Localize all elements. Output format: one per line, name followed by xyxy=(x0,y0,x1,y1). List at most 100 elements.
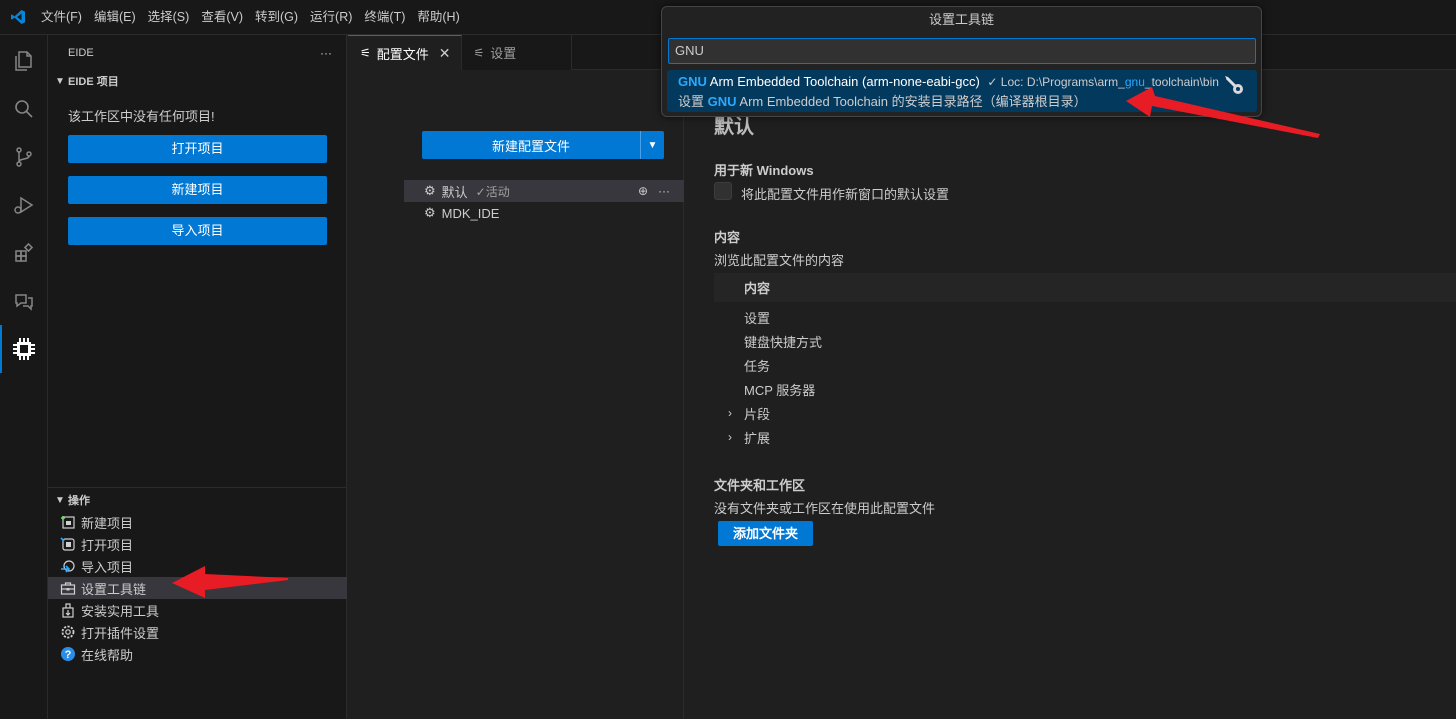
chevron-right-icon[interactable]: › xyxy=(728,406,732,420)
default-for-new-windows-checkbox[interactable] xyxy=(714,182,732,200)
toolchain-quick-pick: 设置工具链 GNU GNU Arm Embedded Toolchain (ar… xyxy=(661,6,1262,117)
close-icon[interactable]: ✕ xyxy=(439,45,451,62)
profiles-tab-icon: ⚟ xyxy=(360,46,371,60)
content-row-settings[interactable]: 设置 xyxy=(714,305,1456,329)
op-import-project[interactable]: 导入项目 xyxy=(48,555,347,577)
label-text: Arm Embedded Toolchain (arm-none-eabi-gc… xyxy=(706,74,980,89)
active-badge: ✓活动 xyxy=(475,184,510,199)
contents-description: 浏览此配置文件的内容 xyxy=(714,253,845,268)
open-project-icon xyxy=(60,536,76,552)
op-label: 在线帮助 xyxy=(81,647,134,663)
more-actions-icon[interactable]: ··· xyxy=(658,184,670,198)
option-description: ✓ Loc: D:\Programs\arm_gnu_toolchain\bin xyxy=(987,75,1219,89)
import-project-button[interactable]: 导入项目 xyxy=(68,217,327,245)
checkbox-label: 将此配置文件用作新窗口的默认设置 xyxy=(741,187,950,202)
new-project-icon xyxy=(60,514,76,530)
gear-icon xyxy=(60,624,76,640)
run-debug-icon[interactable] xyxy=(0,181,48,229)
profiles-list-pane: 新建配置文件 ▼ ⚙ 默认 ✓活动 ⊕ ··· ⚙ MDK_IDE xyxy=(348,70,684,719)
menu-terminal[interactable]: 终端(T) xyxy=(358,0,411,35)
new-project-button[interactable]: 新建项目 xyxy=(68,176,327,204)
chevron-right-icon[interactable]: › xyxy=(728,430,732,444)
op-open-project[interactable]: 打开项目 xyxy=(48,533,347,555)
quick-pick-input[interactable]: GNU xyxy=(668,38,1256,64)
op-label: 新建项目 xyxy=(81,515,134,531)
detail-text: Arm Embedded Toolchain 的安装目录路径（编译器根目录） xyxy=(736,94,1087,109)
content-row-mcp-servers[interactable]: MCP 服务器 xyxy=(714,377,1456,401)
content-row-tasks[interactable]: 任务 xyxy=(714,353,1456,377)
section-title: EIDE 项目 xyxy=(68,76,119,88)
extensions-icon[interactable] xyxy=(0,229,48,277)
new-window-icon[interactable]: ⊕ xyxy=(638,184,648,198)
option-label: GNU Arm Embedded Toolchain (arm-none-eab… xyxy=(678,72,1257,92)
chevron-down-icon: ▼ xyxy=(55,494,65,506)
add-folder-button[interactable]: 添加文件夹 xyxy=(718,521,813,546)
row-label: 片段 xyxy=(744,406,771,422)
operations-section-header[interactable]: ▼ 操作 xyxy=(48,489,347,511)
new-profile-label: 新建配置文件 xyxy=(491,138,570,154)
menu-help[interactable]: 帮助(H) xyxy=(411,0,465,35)
sidebar: EIDE ··· ▼ EIDE 项目 该工作区中没有任何项目! 打开项目 新建项… xyxy=(48,35,347,719)
menu-go[interactable]: 转到(G) xyxy=(249,0,304,35)
editor-area: ⚟ 配置文件 ✕ ⚟ 设置 新建配置文件 ▼ ⚙ 默认 ✓活动 ⊕ ··· ⚙ … xyxy=(348,35,1456,719)
tab-profiles[interactable]: ⚟ 配置文件 ✕ xyxy=(348,35,462,70)
desc-suffix: _toolchain\bin xyxy=(1144,75,1219,89)
new-profile-button[interactable]: 新建配置文件 ▼ xyxy=(422,131,664,159)
section-title: 操作 xyxy=(68,495,90,507)
profile-item-default[interactable]: ⚙ 默认 ✓活动 ⊕ ··· xyxy=(404,180,684,202)
row-label: 键盘快捷方式 xyxy=(744,334,823,350)
sidebar-title-bar: EIDE ··· xyxy=(48,35,346,70)
op-setup-toolchain[interactable]: 设置工具链 xyxy=(48,577,347,599)
row-actions: ⊕ ··· xyxy=(638,184,670,198)
contents-heading: 内容 xyxy=(714,230,741,245)
folders-description: 没有文件夹或工作区在使用此配置文件 xyxy=(714,501,936,516)
source-control-icon[interactable] xyxy=(0,133,48,181)
menu-selection[interactable]: 选择(S) xyxy=(142,0,196,35)
content-row-extensions[interactable]: › 扩展 xyxy=(714,425,1456,449)
open-project-button[interactable]: 打开项目 xyxy=(68,135,327,163)
menu-edit[interactable]: 编辑(E) xyxy=(88,0,142,35)
op-install-utilities[interactable]: 安装实用工具 xyxy=(48,599,347,621)
install-utilities-icon xyxy=(60,602,76,618)
tool-action-icon[interactable] xyxy=(1223,74,1245,99)
op-new-project[interactable]: 新建项目 xyxy=(48,511,347,533)
content-row-keybindings[interactable]: 键盘快捷方式 xyxy=(714,329,1456,353)
op-label: 打开插件设置 xyxy=(81,625,160,641)
row-label: MCP 服务器 xyxy=(744,382,816,398)
empty-workspace-message: 该工作区中没有任何项目! xyxy=(68,109,215,124)
content-row-snippets[interactable]: › 片段 xyxy=(714,401,1456,425)
label-highlight: GNU xyxy=(678,74,707,89)
op-label: 打开项目 xyxy=(81,537,134,553)
desc-prefix: ✓ Loc: D:\Programs\arm_ xyxy=(987,75,1125,89)
activity-bar xyxy=(0,35,48,719)
eide-project-section-header[interactable]: ▼ EIDE 项目 xyxy=(48,70,346,92)
toolchain-option-gnu-arm[interactable]: GNU Arm Embedded Toolchain (arm-none-eab… xyxy=(667,70,1257,112)
menu-file[interactable]: 文件(F) xyxy=(35,0,88,35)
row-label: 扩展 xyxy=(744,430,771,446)
quick-pick-title: 设置工具链 xyxy=(928,12,994,27)
op-open-plugin-settings[interactable]: 打开插件设置 xyxy=(48,621,347,643)
chevron-down-icon: ▼ xyxy=(55,75,65,87)
tab-settings[interactable]: ⚟ 设置 xyxy=(461,35,572,70)
folders-heading: 文件夹和工作区 xyxy=(714,478,806,493)
help-icon: ? xyxy=(60,646,76,662)
profile-name: MDK_IDE xyxy=(441,205,500,221)
files-icon[interactable] xyxy=(0,37,48,85)
row-label: 任务 xyxy=(744,358,771,374)
settings-tab-icon: ⚟ xyxy=(473,45,485,60)
tab-label: 设置 xyxy=(490,46,517,61)
more-actions-icon[interactable]: ··· xyxy=(320,46,332,60)
gear-icon: ⚙ xyxy=(424,183,436,198)
new-windows-heading: 用于新 Windows xyxy=(714,163,814,178)
eide-chip-icon[interactable] xyxy=(0,325,48,373)
op-label: 设置工具链 xyxy=(81,581,147,597)
menu-run[interactable]: 运行(R) xyxy=(304,0,358,35)
sidebar-title: EIDE xyxy=(68,46,94,59)
chat-icon[interactable] xyxy=(0,277,48,325)
menu-view[interactable]: 查看(V) xyxy=(195,0,249,35)
chevron-down-icon[interactable]: ▼ xyxy=(640,131,664,159)
search-icon[interactable] xyxy=(0,85,48,133)
operations-section: ▼ 操作 新建项目 打开项目 导入项目 设置工具链 安装实用工具 打开插件设置 xyxy=(48,487,347,665)
op-online-help[interactable]: ? 在线帮助 xyxy=(48,643,347,665)
profile-item-mdk-ide[interactable]: ⚙ MDK_IDE xyxy=(404,202,684,224)
